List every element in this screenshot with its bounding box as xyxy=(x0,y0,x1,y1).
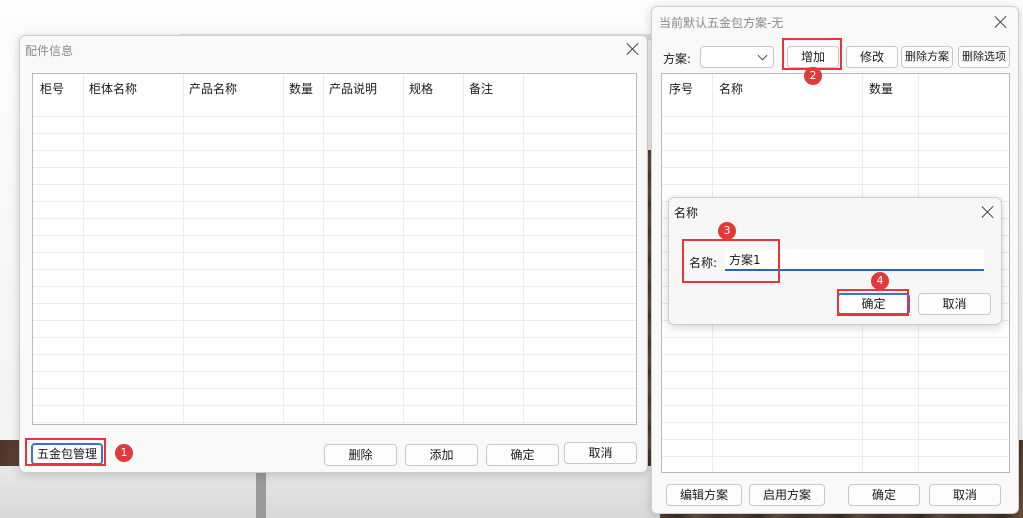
column-header: 产品名称 xyxy=(189,82,238,96)
modify-button[interactable]: 修改 xyxy=(846,46,898,68)
delete-option-button[interactable]: 删除选项 xyxy=(958,46,1010,68)
hardware-package-management-button[interactable]: 五金包管理 xyxy=(31,443,103,465)
dialog-title: 名称 xyxy=(674,206,699,220)
column-divider xyxy=(463,74,464,424)
close-icon[interactable] xyxy=(626,42,640,56)
ok-button[interactable]: 确定 xyxy=(837,293,910,315)
delete-button[interactable]: 删除 xyxy=(324,444,397,466)
chevron-down-icon xyxy=(757,50,768,61)
step-badge: 3 xyxy=(718,222,736,240)
ok-button[interactable]: 确定 xyxy=(848,484,920,506)
column-divider xyxy=(183,74,184,424)
column-header: 柜体名称 xyxy=(89,82,138,96)
column-header: 柜号 xyxy=(40,82,65,96)
cancel-button[interactable]: 取消 xyxy=(918,293,991,315)
window-title: 配件信息 xyxy=(25,44,74,58)
edit-scheme-button[interactable]: 编辑方案 xyxy=(666,484,742,506)
step-badge: 2 xyxy=(804,67,822,85)
cancel-button[interactable]: 取消 xyxy=(564,442,637,464)
step-badge: 1 xyxy=(115,444,133,462)
column-divider xyxy=(283,74,284,424)
scheme-label: 方案: xyxy=(663,52,692,66)
column-header: 数量 xyxy=(289,82,314,96)
cancel-button[interactable]: 取消 xyxy=(929,484,1001,506)
column-divider xyxy=(83,74,84,424)
table-header: 柜号 柜体名称 产品名称 数量 产品说明 规格 备注 xyxy=(33,74,636,100)
accessory-info-window: 配件信息 柜号 柜体名称 产品名称 数量 产品说明 规格 备注 五金包管理 删除… xyxy=(19,35,648,473)
column-header: 名称 xyxy=(719,82,744,96)
column-header: 规格 xyxy=(409,82,434,96)
table-rows xyxy=(33,100,636,424)
scheme-select[interactable] xyxy=(700,46,774,68)
accessory-table[interactable]: 柜号 柜体名称 产品名称 数量 产品说明 规格 备注 xyxy=(32,73,637,425)
add-scheme-button[interactable]: 增加 xyxy=(787,46,839,68)
close-icon[interactable] xyxy=(994,15,1008,29)
name-label: 名称: xyxy=(689,256,718,270)
column-header: 备注 xyxy=(469,82,494,96)
window-title: 当前默认五金包方案-无 xyxy=(659,16,784,30)
enable-scheme-button[interactable]: 启用方案 xyxy=(749,484,825,506)
add-button[interactable]: 添加 xyxy=(405,444,478,466)
column-divider xyxy=(403,74,404,424)
delete-scheme-button[interactable]: 删除方案 xyxy=(901,46,953,68)
column-divider xyxy=(323,74,324,424)
ok-button[interactable]: 确定 xyxy=(486,444,559,466)
column-header: 数量 xyxy=(869,82,894,96)
close-icon[interactable] xyxy=(981,205,995,219)
column-header: 产品说明 xyxy=(329,82,378,96)
background-floor-light xyxy=(0,466,660,518)
background-pole xyxy=(256,466,266,518)
table-header: 序号 名称 数量 xyxy=(662,74,1009,100)
name-input[interactable] xyxy=(725,249,984,271)
column-divider xyxy=(523,74,524,424)
column-header: 序号 xyxy=(669,82,694,96)
name-dialog: 名称 名称: 确定 取消 xyxy=(668,197,1002,325)
step-badge: 4 xyxy=(871,272,889,290)
